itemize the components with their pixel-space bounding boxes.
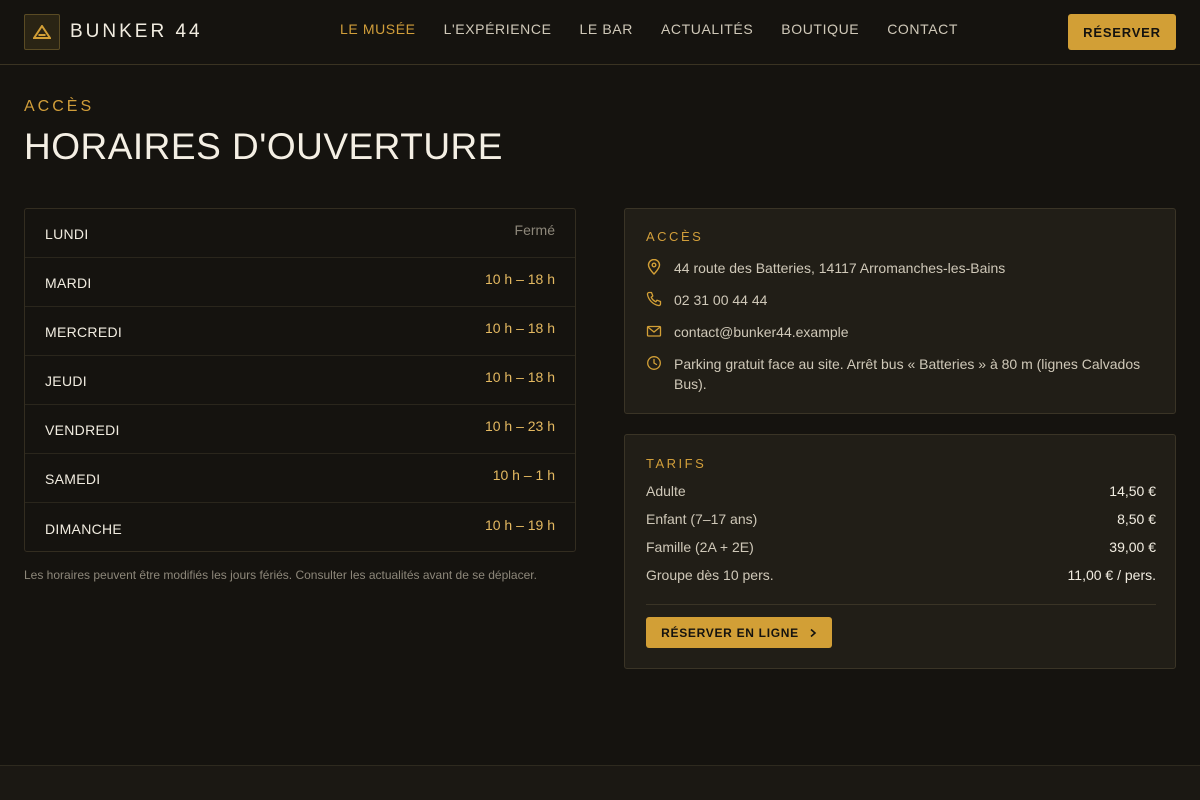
transport-text: Parking gratuit face au site. Arrêt bus …	[674, 356, 1141, 392]
hours-day: JEUDI	[45, 373, 87, 389]
price-value: 14,50 €	[1109, 483, 1156, 499]
hours-day: VENDREDI	[45, 422, 120, 438]
address-text: 44 route des Batteries, 14117 Arromanche…	[674, 260, 1006, 276]
tarifs-card: TARIFS Adulte 14,50 € Enfant (7–17 ans) …	[624, 434, 1176, 669]
price-value: 39,00 €	[1109, 539, 1156, 555]
nav-item-bar[interactable]: LE BAR	[580, 21, 633, 37]
hours-row: SAMEDI 10 h – 1 h	[25, 454, 575, 503]
tarifs-divider	[646, 604, 1156, 605]
nav-item-boutique[interactable]: BOUTIQUE	[781, 21, 859, 37]
hours-time: Fermé	[514, 222, 555, 238]
price-value: 11,00 € / pers.	[1067, 567, 1156, 583]
book-online-label: RÉSERVER EN LIGNE	[661, 625, 799, 640]
hours-day: SAMEDI	[45, 471, 101, 487]
price-row: Adulte 14,50 €	[646, 483, 1156, 499]
price-row: Famille (2A + 2E) 39,00 €	[646, 539, 1156, 555]
hours-row: JEUDI 10 h – 18 h	[25, 356, 575, 405]
price-value: 8,50 €	[1117, 511, 1156, 527]
phone-icon	[646, 291, 662, 307]
access-card-label: ACCÈS	[646, 229, 704, 244]
price-name: Enfant (7–17 ans)	[646, 511, 758, 527]
hours-time: 10 h – 1 h	[492, 467, 555, 483]
price-row: Enfant (7–17 ans) 8,50 €	[646, 511, 1156, 527]
site-header: BUNKER 44 LE MUSÉE L'EXPÉRIENCE LE BAR A…	[0, 0, 1200, 65]
access-card: ACCÈS 44 route des Batteries, 14117 Arro…	[624, 208, 1176, 414]
nav-item-actualites[interactable]: ACTUALITÉS	[661, 21, 753, 37]
nav-item-experience[interactable]: L'EXPÉRIENCE	[444, 21, 552, 37]
hours-day: MARDI	[45, 275, 92, 291]
price-row: Groupe dès 10 pers. 11,00 € / pers.	[646, 567, 1156, 583]
hours-row: DIMANCHE 10 h – 19 h	[25, 503, 575, 552]
email-text[interactable]: contact@bunker44.example	[674, 322, 1154, 342]
section-eyebrow: ACCÈS	[24, 98, 95, 115]
phone-text[interactable]: 02 31 00 44 44	[674, 290, 1154, 310]
nav-item-musee[interactable]: LE MUSÉE	[340, 21, 416, 37]
phone-item[interactable]: 02 31 00 44 44	[646, 290, 1154, 310]
price-name: Adulte	[646, 483, 686, 499]
opening-hours-table: LUNDI Fermé MARDI 10 h – 18 h MERCREDI 1…	[24, 208, 576, 552]
mail-icon	[646, 325, 662, 337]
hours-day: MERCREDI	[45, 324, 123, 340]
hours-row: MERCREDI 10 h – 18 h	[25, 307, 575, 356]
triangle-logo-icon	[24, 14, 60, 50]
nav-item-contact[interactable]: CONTACT	[887, 21, 958, 37]
hours-row: LUNDI Fermé	[25, 209, 575, 258]
address-item: 44 route des Batteries, 14117 Arromanche…	[646, 258, 1154, 278]
main-nav: LE MUSÉE L'EXPÉRIENCE LE BAR ACTUALITÉS …	[340, 21, 986, 37]
hours-time: 10 h – 18 h	[484, 271, 555, 287]
hours-note: Les horaires peuvent être modifiés les j…	[24, 568, 537, 582]
transport-item: Parking gratuit face au site. Arrêt bus …	[646, 354, 1144, 394]
page-title: HORAIRES D'OUVERTURE	[24, 126, 503, 167]
hours-time: 10 h – 18 h	[484, 320, 555, 336]
email-item[interactable]: contact@bunker44.example	[646, 322, 1154, 342]
book-online-button[interactable]: RÉSERVER EN LIGNE	[646, 617, 832, 648]
hours-time: 10 h – 18 h	[484, 369, 555, 385]
clock-icon	[647, 356, 661, 370]
site-footer	[0, 765, 1200, 800]
hours-day: DIMANCHE	[45, 520, 123, 537]
hours-row: VENDREDI 10 h – 23 h	[25, 405, 575, 454]
chevron-right-icon	[810, 628, 817, 637]
map-pin-icon	[647, 259, 661, 275]
brand-logo[interactable]: BUNKER 44	[24, 14, 203, 50]
hours-time: 10 h – 19 h	[484, 516, 555, 533]
hours-row: MARDI 10 h – 18 h	[25, 258, 575, 307]
tarifs-card-label: TARIFS	[646, 456, 707, 471]
price-name: Groupe dès 10 pers.	[646, 567, 774, 583]
brand-name: BUNKER 44	[70, 21, 203, 42]
hours-day: LUNDI	[45, 226, 89, 242]
hours-time: 10 h – 23 h	[484, 418, 555, 434]
reserve-button[interactable]: RÉSERVER	[1068, 14, 1176, 50]
price-name: Famille (2A + 2E)	[646, 539, 754, 555]
